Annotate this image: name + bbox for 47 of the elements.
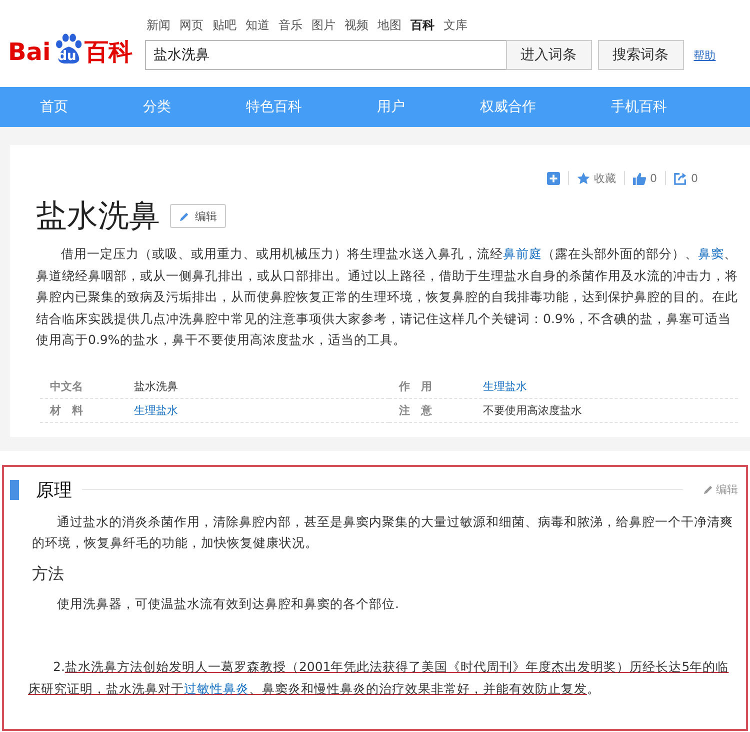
top-link[interactable]: 地图 — [378, 16, 402, 34]
info-label: 中文名 — [49, 378, 84, 394]
top-link[interactable]: 网页 — [180, 16, 204, 34]
edit-button[interactable]: 编辑 — [170, 204, 226, 228]
star-icon[interactable] — [577, 172, 590, 184]
top-link[interactable]: 视频 — [344, 16, 369, 34]
info-label: 作 用 — [398, 378, 433, 394]
pencil-icon — [703, 484, 714, 495]
top-link[interactable]: 音乐 — [278, 16, 303, 34]
top-link[interactable]: 贴吧 — [212, 16, 237, 34]
logo-text: du — [58, 50, 76, 64]
logo-text: 百科 — [84, 38, 133, 66]
info-value: 盐水洗鼻 — [134, 378, 178, 394]
subsection-title: 方法 — [32, 564, 65, 584]
section-title: 原理 — [36, 478, 72, 502]
plus-icon[interactable] — [547, 172, 560, 184]
action-label: 0 — [650, 172, 657, 184]
logo-text: Bai — [8, 38, 51, 66]
baidu-baike-logo[interactable]: Bai du 百科 — [8, 24, 133, 66]
pencil-icon — [179, 210, 190, 222]
info-label: 材 料 — [48, 402, 84, 418]
share-icon[interactable] — [674, 172, 687, 184]
summary-paragraph: 借用一定压力（或吸、或用重力、或用机械压力）将生理盐水送入鼻孔，流经鼻前庭（露在头部外面的部分）、鼻窦、鼻道绕经鼻咽部，或从一侧鼻孔排出，或从口部排出。通过以上路径，借助于生理盐水自身的杀菌作用及水流的冲击力，将鼻腔内已聚集的致病及污垢排出，从而使鼻腔恢复正常的生理环境，恢复鼻腔的自我排毒功能，达到保护鼻腔的目的。在此结合临床实践提供几点冲洗鼻腔中常见的注意事项供大家参考，请记住这样几个关键词：0.9%，不含碘的盐，鼻塞可适当使用高于0.9%的盐水，鼻干不要使用高浓度盐水，适当的工具。 — [36, 245, 738, 349]
section-marker — [10, 480, 19, 500]
search-button[interactable]: 进入词条 — [506, 40, 592, 70]
article-title: 盐水洗鼻 — [36, 197, 160, 236]
info-link[interactable]: 生理盐水 — [134, 402, 178, 418]
term-link[interactable]: 鼻前庭 — [503, 246, 542, 261]
top-link[interactable]: 知道 — [246, 16, 270, 34]
term-link[interactable]: 鼻窦 — [698, 246, 724, 261]
method-paragraph: 使用洗鼻器，可使温盐水流有效到达鼻腔和鼻窦的各个部位. — [56, 594, 400, 612]
search-button[interactable]: 搜索词条 — [598, 40, 684, 70]
top-link[interactable]: 文库 — [444, 16, 468, 34]
top-link[interactable]: 新闻 — [146, 16, 171, 34]
info-label: 注 意 — [398, 402, 433, 418]
search-field[interactable]: 盐水洗鼻 — [144, 40, 507, 70]
info-value: 不要使用高浓度盐水 — [483, 402, 582, 418]
section-paragraph: 通过盐水的消炎杀菌作用，清除鼻腔内部，甚至是鼻窦内聚集的大量过敏源和细菌、病毒和脓涕，给鼻腔一个干净清爽的环境，恢复鼻纤毛的功能，加快恢复健康状况。 — [32, 512, 734, 552]
top-link[interactable]: 百科 — [410, 16, 435, 34]
action-label: 收藏 — [594, 170, 616, 186]
term-link[interactable]: 过敏性鼻炎 — [184, 680, 249, 696]
action-label: 0 — [691, 172, 698, 184]
info-link[interactable]: 生理盐水 — [483, 378, 527, 394]
help-link[interactable]: 帮助 — [694, 48, 716, 62]
note-paragraph: 2.盐水洗鼻方法创始发明人一葛罗森教授（2001年凭此法获得了美国《时代周刊》年度杰出发明奖）历经长达5年的临床研究证明，盐水洗鼻对于过敏性鼻炎、鼻窦炎和慢性鼻炎的治疗效果非常好，并能有效防止复发。 — [28, 658, 730, 698]
top-link[interactable]: 图片 — [312, 16, 336, 34]
thumbs-up-icon[interactable] — [633, 172, 646, 184]
